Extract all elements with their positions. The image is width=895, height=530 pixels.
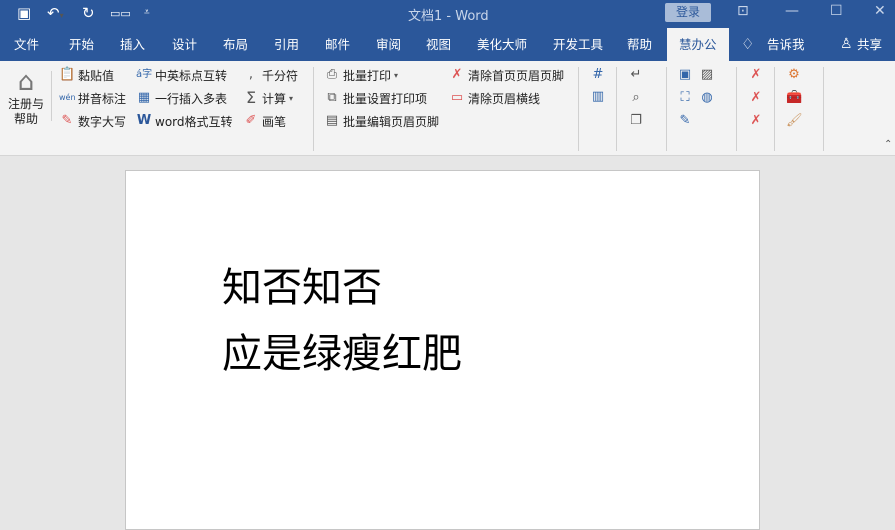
- batch-print-settings-button[interactable]: ⧉ 批量设置打印项: [324, 88, 427, 108]
- copy-window-icon[interactable]: ❐: [628, 113, 644, 129]
- house-icon: ⌂: [17, 67, 35, 97]
- image-edit-icon[interactable]: ✎: [677, 113, 693, 129]
- image-resize-icon[interactable]: ⛶: [677, 90, 693, 106]
- brush-button[interactable]: ✐ 画笔: [243, 111, 286, 131]
- clear-first-header-footer-button[interactable]: ✗ 清除首页页眉页脚: [449, 65, 564, 85]
- punctuation-convert-button[interactable]: á字 中英标点互转: [136, 65, 227, 85]
- label: 一行插入多表: [155, 91, 228, 106]
- label: 数字大写: [78, 114, 127, 129]
- close-icon[interactable]: ✕: [874, 3, 886, 19]
- label: word格式互转: [155, 114, 233, 129]
- document-line[interactable]: 应是绿瘦红肥: [222, 321, 462, 379]
- clear-doc-icon: ✗: [451, 67, 463, 82]
- tab-help[interactable]: 帮助: [625, 28, 654, 61]
- printer-icon: ⎙: [326, 67, 338, 82]
- label: 批量打印: [343, 68, 392, 83]
- tab-references[interactable]: 引用: [272, 28, 301, 61]
- remove-image-icon[interactable]: ✗: [748, 90, 764, 106]
- label: 拼音标注: [78, 91, 127, 106]
- search-table-icon[interactable]: ⌕: [628, 90, 644, 106]
- document-line[interactable]: 知否知否: [222, 255, 382, 313]
- label: 千分符: [262, 68, 299, 83]
- return-arrow-icon[interactable]: ↵: [628, 67, 644, 83]
- document-page[interactable]: 知否知否 应是绿瘦红肥: [125, 170, 760, 530]
- batch-header-footer-button[interactable]: ▤ 批量编辑页眉页脚: [324, 111, 439, 131]
- documents-icon: ⧉: [327, 90, 337, 105]
- paste-value-button[interactable]: 📋 黏贴值: [59, 65, 114, 85]
- word-format-convert-button[interactable]: Wword格式互转: [136, 111, 233, 131]
- label: 清除首页页眉页脚: [468, 68, 565, 83]
- tab-layout[interactable]: 布局: [221, 28, 250, 61]
- tab-huibangong[interactable]: 慧办公: [667, 28, 729, 61]
- collapse-ribbon-icon[interactable]: ⌃: [884, 139, 892, 150]
- label: 批量编辑页眉页脚: [343, 114, 440, 129]
- settings-window-icon[interactable]: ⚙: [786, 67, 802, 83]
- word-icon: W: [136, 113, 152, 128]
- redo-icon[interactable]: ↻: [82, 4, 95, 22]
- batch-print-button[interactable]: ⎙ 批量打印 ▾: [324, 65, 398, 85]
- login-button[interactable]: 登录: [665, 3, 711, 22]
- pen-ruler-icon: ✎: [61, 113, 73, 128]
- comma-icon: ,: [248, 67, 254, 82]
- columns-icon[interactable]: ▥: [590, 89, 606, 105]
- document-icon: ▤: [325, 113, 339, 128]
- undo-icon[interactable]: ↶▾: [47, 4, 64, 22]
- tab-file[interactable]: 文件: [12, 28, 41, 61]
- page-number-icon[interactable]: #: [590, 67, 606, 83]
- number-uppercase-button[interactable]: ✎ 数字大写: [59, 111, 126, 131]
- remove-field-icon[interactable]: ✗: [748, 113, 764, 129]
- register-help-label: 注册与帮助: [8, 97, 45, 126]
- thousands-separator-button[interactable]: , 千分符: [243, 65, 298, 85]
- touch-mode-icon[interactable]: ▭▭: [110, 7, 131, 20]
- image-save-icon[interactable]: ▣: [677, 67, 693, 83]
- toolbox-icon[interactable]: 🧰: [786, 90, 802, 106]
- image-icon[interactable]: ▨: [699, 67, 715, 83]
- label: 计算: [262, 91, 287, 106]
- clear-header-line-button[interactable]: ▭ 清除页眉横线: [449, 88, 540, 108]
- tell-me-search[interactable]: 告诉我: [765, 28, 807, 61]
- format-brush-icon[interactable]: 🖌: [786, 113, 803, 129]
- tab-mailings[interactable]: 邮件: [323, 28, 352, 61]
- maximize-icon[interactable]: ☐: [830, 3, 843, 19]
- brush-icon: ✐: [245, 113, 257, 128]
- tab-view[interactable]: 视图: [424, 28, 453, 61]
- pinyin-icon: wén: [59, 93, 76, 102]
- tab-review[interactable]: 审阅: [374, 28, 403, 61]
- share-button[interactable]: 共享: [855, 28, 884, 61]
- tab-insert[interactable]: 插入: [118, 28, 147, 61]
- calculate-button[interactable]: Σ 计算 ▾: [243, 88, 293, 108]
- save-icon[interactable]: ▣: [17, 4, 31, 22]
- ribbon-tabs: 文件 开始 插入 设计 布局 引用 邮件 审阅 视图 美化大师 开发工具 帮助 …: [0, 28, 895, 61]
- label: 中英标点互转: [155, 68, 228, 83]
- customize-icon[interactable]: ⩡: [144, 7, 150, 18]
- label: 批量设置打印项: [343, 91, 428, 106]
- title-bar: ▣ ↶▾ ↻ ▭▭ ⩡ 文档1 - Word 登录 ⊡ — ☐ ✕: [0, 0, 895, 28]
- image-web-icon[interactable]: ◍: [699, 90, 715, 106]
- label: 清除页眉横线: [468, 91, 541, 106]
- label: 画笔: [262, 114, 287, 129]
- tab-home[interactable]: 开始: [67, 28, 96, 61]
- pinyin-button[interactable]: wén 拼音标注: [59, 88, 126, 108]
- sigma-icon: Σ: [245, 88, 257, 107]
- tab-design[interactable]: 设计: [170, 28, 199, 61]
- ribbon-display-icon[interactable]: ⊡: [737, 3, 749, 19]
- lightbulb-icon: ♢: [741, 35, 755, 53]
- label: 黏贴值: [78, 68, 115, 83]
- ribbon: ⌂ 注册与帮助 📋 黏贴值 wén 拼音标注 ✎ 数字大写 á字 中英标点互转 ▦ 一行插…: [0, 61, 895, 156]
- share-icon[interactable]: ♙: [838, 28, 855, 61]
- table-icon: ▦: [137, 90, 151, 105]
- minimize-icon[interactable]: —: [785, 3, 799, 19]
- window-title: 文档1 - Word: [408, 9, 489, 24]
- register-help-button[interactable]: ⌂ 注册与帮助: [8, 67, 44, 127]
- clipboard-icon: 📋: [59, 67, 76, 82]
- punctuation-icon: á字: [136, 69, 153, 80]
- insert-tables-button[interactable]: ▦ 一行插入多表: [136, 88, 227, 108]
- tab-beautify[interactable]: 美化大师: [475, 28, 529, 61]
- header-line-icon: ▭: [450, 90, 464, 105]
- tab-developer[interactable]: 开发工具: [551, 28, 605, 61]
- remove-link-icon[interactable]: ✗: [748, 67, 764, 83]
